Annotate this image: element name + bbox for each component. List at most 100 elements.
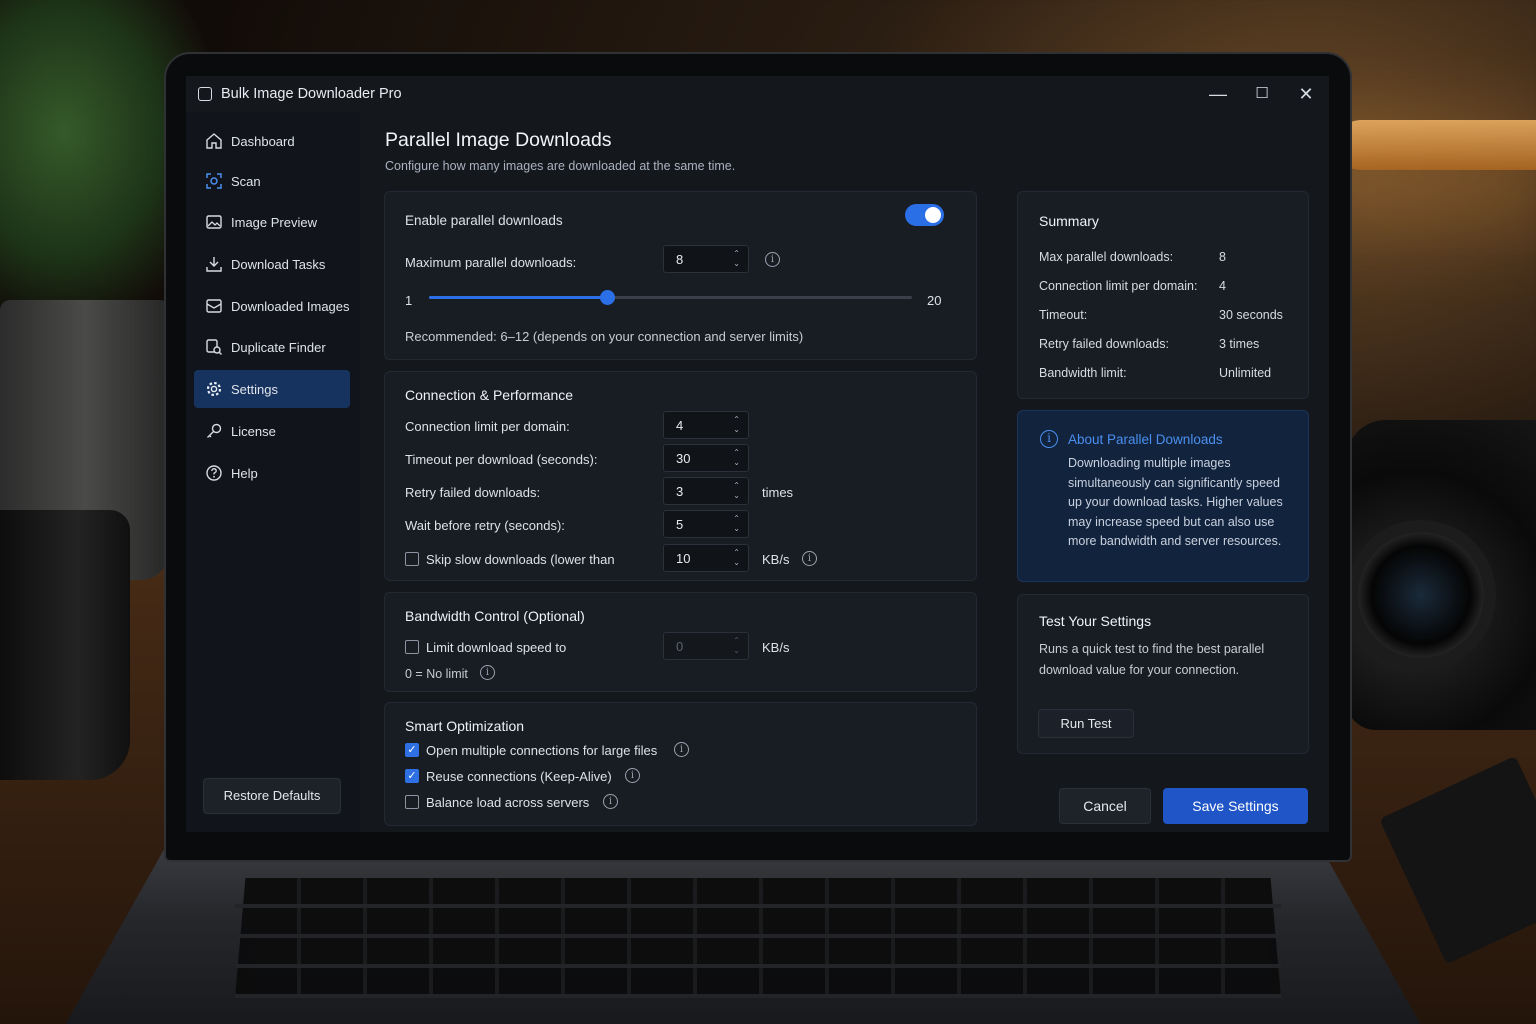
stepper-arrows-icon[interactable]: ⌃ ⌄ (733, 415, 740, 435)
stepper-value: 30 (676, 451, 691, 466)
enable-parallel-label: Enable parallel downloads (405, 213, 563, 228)
connection-limit-stepper[interactable]: 4 ⌃ ⌄ (663, 411, 749, 439)
stepper-arrows-icon[interactable]: ⌃ ⌄ (733, 548, 740, 568)
skip-slow-label: Skip slow downloads (lower than (426, 552, 615, 567)
page-title: Parallel Image Downloads (385, 129, 612, 151)
sidebar-item-label: License (231, 423, 276, 439)
close-icon[interactable]: ✕ (1284, 80, 1328, 108)
sidebar-item-image-preview[interactable]: Image Preview (194, 203, 350, 241)
smart-option-label: Open multiple connections for large file… (426, 743, 658, 758)
info-icon[interactable]: i (674, 742, 689, 757)
title-bar: Bulk Image Downloader Pro — ☐ ✕ (186, 76, 1329, 112)
sidebar-item-label: Image Preview (231, 214, 317, 230)
info-icon[interactable]: i (625, 768, 640, 783)
bandwidth-section-title: Bandwidth Control (Optional) (405, 608, 585, 624)
mug-decor (0, 510, 130, 780)
sidebar-item-help[interactable]: Help (194, 454, 350, 492)
wait-stepper[interactable]: 5 ⌃ ⌄ (663, 510, 749, 538)
stepper-value: 3 (676, 484, 684, 499)
slider-max-label: 20 (927, 293, 942, 308)
sidebar-item-label: Dashboard (231, 133, 295, 149)
camera-lens-decor (1346, 520, 1496, 670)
limit-speed-label: Limit download speed to (426, 640, 567, 655)
maximize-icon[interactable]: ☐ (1240, 80, 1284, 108)
scan-icon (206, 173, 222, 189)
smart-option-label: Reuse connections (Keep-Alive) (426, 769, 612, 784)
stepper-arrows-icon[interactable]: ⌃ ⌄ (733, 249, 740, 269)
about-title: About Parallel Downloads (1068, 432, 1223, 447)
stepper-value: 8 (676, 252, 684, 267)
sidebar-item-downloaded-images[interactable]: Downloaded Images (194, 287, 350, 325)
sidebar-item-scan[interactable]: Scan (194, 162, 350, 200)
keep-alive-checkbox[interactable]: ✓ (405, 769, 419, 783)
stepper-arrows-icon[interactable]: ⌃ ⌄ (733, 481, 740, 501)
about-text: Downloading multiple images simultaneous… (1068, 456, 1283, 548)
home-icon (206, 133, 222, 149)
toggle-knob (925, 207, 941, 223)
sidebar-item-dashboard[interactable]: Dashboard (194, 122, 350, 160)
summary-value: 30 seconds (1219, 308, 1283, 322)
sidebar-item-label: Duplicate Finder (231, 339, 326, 355)
balance-load-checkbox[interactable] (405, 795, 419, 809)
sidebar-item-label: Settings (231, 381, 278, 397)
info-circle-icon: i (1040, 430, 1058, 448)
retry-label: Retry failed downloads: (405, 485, 541, 500)
stepper-value: 5 (676, 517, 684, 532)
sidebar-item-settings[interactable]: Settings (194, 370, 350, 408)
max-parallel-stepper[interactable]: 8 ⌃ ⌄ (663, 245, 749, 273)
stepper-arrows-icon[interactable]: ⌃ ⌄ (733, 636, 740, 656)
sidebar-item-download-tasks[interactable]: Download Tasks (194, 245, 350, 283)
summary-value: 4 (1219, 279, 1226, 293)
skip-slow-checkbox[interactable] (405, 552, 419, 566)
page-subtitle: Configure how many images are downloaded… (385, 159, 736, 173)
retry-unit: times (762, 485, 794, 500)
timeout-stepper[interactable]: 30 ⌃ ⌄ (663, 444, 749, 472)
download-icon (206, 257, 222, 272)
info-icon[interactable]: i (603, 794, 618, 809)
smart-option-label: Balance load across servers (426, 795, 590, 810)
retry-stepper[interactable]: 3 ⌃ ⌄ (663, 477, 749, 505)
timeout-label: Timeout per download (seconds): (405, 452, 598, 467)
keyboard-rows (235, 878, 1281, 998)
run-test-button[interactable]: Run Test (1038, 709, 1134, 738)
parallel-slider[interactable] (429, 290, 912, 305)
save-settings-button[interactable]: Save Settings (1163, 788, 1308, 824)
key-icon (207, 423, 222, 438)
limit-speed-checkbox[interactable] (405, 640, 419, 654)
recommended-hint: Recommended: 6–12 (depends on your conne… (405, 329, 804, 344)
summary-value: 3 times (1219, 337, 1260, 351)
skip-slow-stepper[interactable]: 10 ⌃ ⌄ (663, 544, 749, 572)
parallel-downloads-panel: Enable parallel downloads Maximum parall… (384, 191, 977, 360)
summary-panel: Summary Max parallel downloads: 8 Connec… (1017, 191, 1309, 399)
slider-fill (429, 296, 607, 299)
slider-thumb[interactable] (599, 290, 615, 305)
multiple-connections-checkbox[interactable]: ✓ (405, 743, 419, 757)
cancel-button[interactable]: Cancel (1059, 788, 1151, 824)
test-title: Test Your Settings (1039, 613, 1152, 629)
summary-value: Unlimited (1219, 366, 1272, 380)
sidebar-item-label: Downloaded Images (231, 298, 350, 314)
sidebar-item-license[interactable]: License (194, 412, 350, 450)
summary-title: Summary (1039, 213, 1099, 229)
stepper-arrows-icon[interactable]: ⌃ ⌄ (733, 514, 740, 534)
sidebar-item-label: Scan (231, 173, 261, 189)
restore-defaults-button[interactable]: Restore Defaults (203, 778, 341, 814)
info-icon[interactable]: i (480, 665, 495, 680)
info-icon[interactable]: i (802, 551, 817, 566)
app-window: Bulk Image Downloader Pro — ☐ ✕ Dashboar… (186, 76, 1329, 832)
summary-label: Max parallel downloads: (1039, 250, 1174, 264)
about-info-panel: i About Parallel Downloads Downloading m… (1017, 410, 1309, 582)
limit-speed-stepper[interactable]: 0 ⌃ ⌄ (663, 632, 749, 660)
stepper-arrows-icon[interactable]: ⌃ ⌄ (733, 448, 740, 468)
summary-value: 8 (1219, 250, 1226, 264)
summary-label: Retry failed downloads: (1039, 337, 1169, 351)
stepper-value: 0 (676, 639, 684, 654)
minimize-icon[interactable]: — (1196, 80, 1240, 108)
enable-parallel-toggle[interactable] (905, 204, 944, 226)
summary-label: Bandwidth limit: (1039, 366, 1127, 380)
test-description: Runs a quick test to find the best paral… (1039, 642, 1265, 677)
sidebar-item-duplicate-finder[interactable]: Duplicate Finder (194, 328, 350, 366)
sidebar-item-label: Download Tasks (231, 256, 326, 272)
info-icon[interactable]: i (765, 252, 780, 267)
wait-label: Wait before retry (seconds): (405, 518, 565, 533)
